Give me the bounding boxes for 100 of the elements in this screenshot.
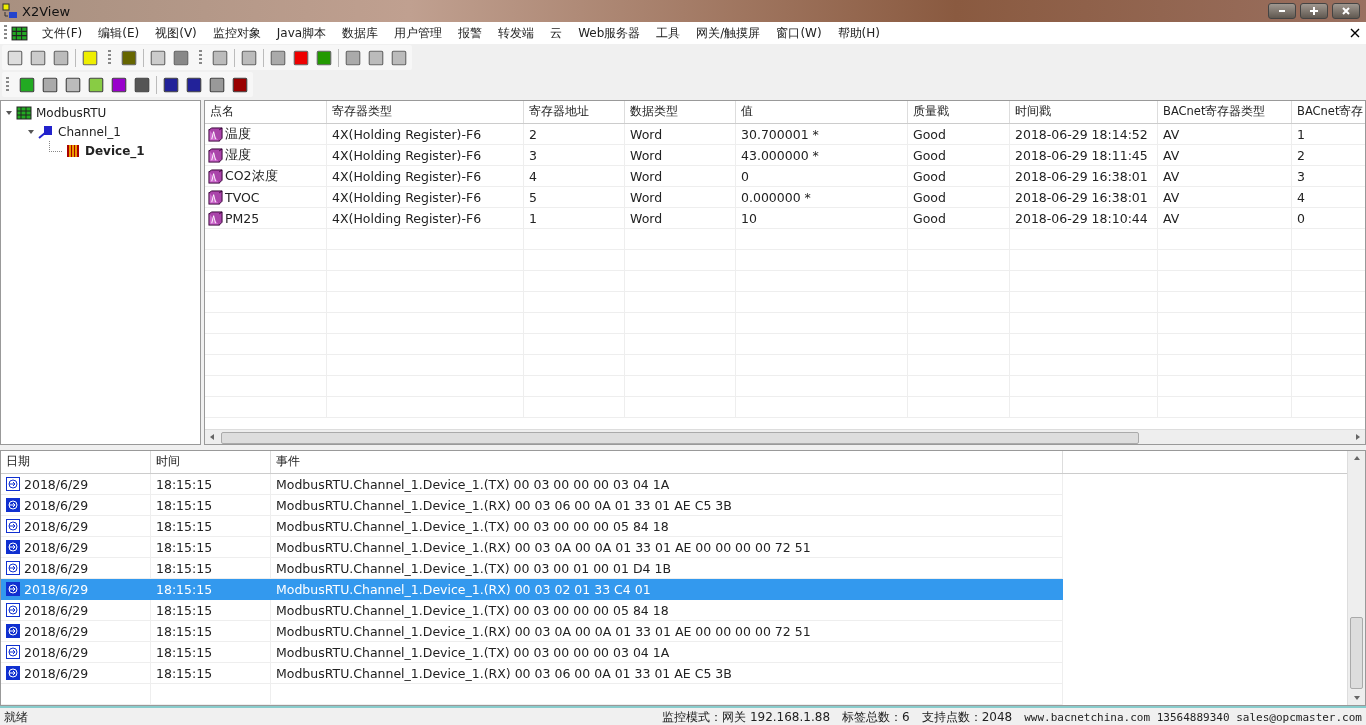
arrow-filled-icon <box>6 624 20 638</box>
menu-item[interactable]: 监控对象 <box>204 24 269 42</box>
arrow-filled-icon <box>6 666 20 680</box>
tree-item[interactable]: Device_1 <box>84 143 146 158</box>
table-cell: AV <box>1163 126 1180 142</box>
table-cell: Good <box>913 210 946 226</box>
table-cell: 3 <box>529 147 537 163</box>
close-icon[interactable] <box>1350 28 1360 38</box>
scrollbar-thumb[interactable] <box>221 432 1139 444</box>
log-row[interactable]: 2018/6/29 18:15:15 ModbusRTU.Channel_1.Device_1.(RX) 00 03 0A 00 0A 01 33 01 AE 00 00 00 00 72 51 <box>1 621 1347 642</box>
arrow-outline-icon <box>6 645 20 659</box>
close-button[interactable] <box>1332 3 1360 19</box>
table-cell: Word <box>630 147 663 163</box>
menu-item[interactable]: 视图(V) <box>147 24 205 42</box>
log-row[interactable]: 2018/6/29 18:15:15 ModbusRTU.Channel_1.Device_1.(TX) 00 03 00 00 00 05 84 18 <box>1 600 1347 621</box>
log-time: 18:15:15 <box>156 518 213 534</box>
status-text: 就绪 <box>4 708 28 725</box>
arrow-outline-icon <box>6 519 20 533</box>
log-date: 2018/6/29 <box>24 539 89 555</box>
log-time: 18:15:15 <box>156 602 213 618</box>
maximize-button[interactable] <box>1300 3 1328 19</box>
table-cell: 4X(Holding Register)-F6 <box>332 126 482 142</box>
table-cell: Word <box>630 210 663 226</box>
menu-item[interactable]: 帮助(H) <box>829 24 888 42</box>
table-cell: 10 <box>741 210 757 226</box>
arrow-outline-icon <box>6 477 20 491</box>
log-time: 18:15:15 <box>156 497 213 513</box>
log-row[interactable]: 2018/6/29 18:15:15 ModbusRTU.Channel_1.Device_1.(RX) 00 03 06 00 0A 01 33 01 AE C5 3B <box>1 663 1347 684</box>
column-header[interactable]: BACnet寄存器类型 <box>1158 101 1292 123</box>
minimize-button[interactable] <box>1268 3 1296 19</box>
table-cell: 0 <box>1297 210 1305 226</box>
menu-item[interactable]: 转发端 <box>490 24 543 42</box>
table-cell: 2018-06-29 18:11:45 <box>1015 147 1148 163</box>
tag-cube-icon <box>208 189 223 205</box>
tree-item[interactable]: ModbusRTU <box>35 105 108 120</box>
column-header[interactable]: 事件 <box>271 451 1063 473</box>
column-header[interactable]: 寄存器地址 <box>524 101 625 123</box>
expanded-arrow-icon[interactable] <box>27 127 35 136</box>
table-cell: 2 <box>529 126 537 142</box>
up-arrow-icon[interactable] <box>1352 454 1361 462</box>
log-time: 18:15:15 <box>156 581 213 597</box>
menu-item[interactable]: 文件(F) <box>34 24 91 42</box>
arrow-filled-icon <box>6 582 20 596</box>
menu-item[interactable]: Java脚本 <box>268 24 335 42</box>
menu-item[interactable]: Web服务器 <box>570 24 649 42</box>
left-arrow-icon[interactable] <box>208 433 216 441</box>
table-cell: 4 <box>1297 189 1305 205</box>
column-header[interactable]: 点名 <box>205 101 327 123</box>
tree-item[interactable]: Channel_1 <box>57 124 122 139</box>
table-cell: 4X(Holding Register)-F6 <box>332 189 482 205</box>
log-row[interactable]: 2018/6/29 18:15:15 ModbusRTU.Channel_1.Device_1.(TX) 00 03 00 00 00 05 84 18 <box>1 516 1347 537</box>
log-date: 2018/6/29 <box>24 560 89 576</box>
log-row[interactable]: 2018/6/29 18:15:15 ModbusRTU.Channel_1.Device_1.(RX) 00 03 06 00 0A 01 33 01 AE C5 3B <box>1 495 1347 516</box>
table-cell: 4X(Holding Register)-F6 <box>332 168 482 184</box>
down-arrow-icon[interactable] <box>1352 694 1361 702</box>
expanded-arrow-icon[interactable] <box>5 108 13 117</box>
column-header[interactable]: 寄存器类型 <box>327 101 524 123</box>
plus-icon <box>1309 6 1319 16</box>
menu-item[interactable]: 工具 <box>648 24 689 42</box>
column-header[interactable]: 日期 <box>1 451 151 473</box>
status-supported-points: 支持点数：2048 <box>921 708 1013 725</box>
menu-item[interactable]: 用户管理 <box>386 24 451 42</box>
table-cell: 2018-06-29 16:38:01 <box>1015 168 1148 184</box>
log-time: 18:15:15 <box>156 644 213 660</box>
log-time: 18:15:15 <box>156 560 213 576</box>
log-row[interactable]: 2018/6/29 18:15:15 ModbusRTU.Channel_1.Device_1.(RX) 00 03 0A 00 0A 01 33 01 AE 00 00 00 00 72 51 <box>1 537 1347 558</box>
right-arrow-icon[interactable] <box>1354 433 1362 441</box>
table-cell: 4X(Holding Register)-F6 <box>332 210 482 226</box>
column-header[interactable]: 值 <box>736 101 908 123</box>
log-event: ModbusRTU.Channel_1.Device_1.(TX) 00 03 00 00 00 05 84 18 <box>276 518 669 534</box>
log-row[interactable]: 2018/6/29 18:15:15 ModbusRTU.Channel_1.Device_1.(TX) 00 03 00 00 00 03 04 1A <box>1 642 1347 663</box>
vertical-scrollbar[interactable] <box>1347 451 1365 705</box>
menu-item[interactable]: 云 <box>542 24 571 42</box>
close-icon <box>1341 6 1351 16</box>
table-cell: 2 <box>1297 147 1305 163</box>
log-event: ModbusRTU.Channel_1.Device_1.(TX) 00 03 00 01 00 01 D4 1B <box>276 560 671 576</box>
status-tag-count: 标签总数：6 <box>842 708 910 725</box>
menu-item[interactable]: 数据库 <box>334 24 387 42</box>
table-cell: 30.700001 * <box>741 126 819 142</box>
menu-item[interactable]: 窗口(W) <box>768 24 830 42</box>
log-event: ModbusRTU.Channel_1.Device_1.(TX) 00 03 00 00 00 03 04 1A <box>276 644 670 660</box>
log-date: 2018/6/29 <box>24 602 89 618</box>
menu-item[interactable]: 编辑(E) <box>90 24 148 42</box>
column-header[interactable]: 时间戳 <box>1010 101 1158 123</box>
app-icon <box>2 3 18 19</box>
menu-item[interactable]: 网关/触摸屏 <box>688 24 769 42</box>
table-cell: 2018-06-29 18:10:44 <box>1015 210 1148 226</box>
log-event: ModbusRTU.Channel_1.Device_1.(RX) 00 03 0A 00 0A 01 33 01 AE 00 00 00 00 72 51 <box>276 539 811 555</box>
log-row[interactable]: 2018/6/29 18:15:15 ModbusRTU.Channel_1.Device_1.(TX) 00 03 00 00 00 03 04 1A <box>1 474 1347 495</box>
column-header[interactable]: BACnet寄存 <box>1292 101 1365 123</box>
status-mode: 监控模式：网关 192.168.1.88 <box>662 708 831 725</box>
column-header[interactable]: 质量戳 <box>908 101 1010 123</box>
arrow-filled-icon <box>6 498 20 512</box>
scrollbar-thumb[interactable] <box>1350 617 1363 689</box>
column-header[interactable]: 时间 <box>151 451 271 473</box>
column-header[interactable]: 数据类型 <box>625 101 736 123</box>
table-cell: TVOC <box>225 189 260 205</box>
table-cell: 0.000000 * <box>741 189 811 205</box>
horizontal-scrollbar[interactable] <box>205 429 1365 444</box>
menu-item[interactable]: 报警 <box>450 24 491 42</box>
